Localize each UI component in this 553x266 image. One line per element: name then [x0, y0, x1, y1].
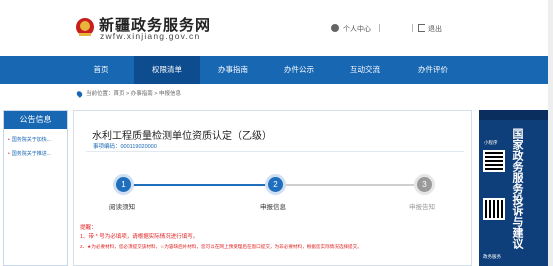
- step-connector-done: [114, 184, 274, 186]
- national-emblem-icon: [76, 18, 94, 36]
- item-title: 水利工程质量检测单位资质认定（乙级）: [92, 131, 272, 142]
- divider: [86, 151, 464, 152]
- site-header: 新疆政务服务网 zwfw.xinjiang.gov.cn 个人中心 退出: [0, 0, 553, 56]
- step-1-circle: 1: [116, 177, 131, 192]
- step-2-label: 申报信息: [260, 204, 286, 211]
- breadcrumb: 当前位置：首页 > 办事指南 > 申报信息: [75, 89, 181, 98]
- divider: [412, 24, 413, 32]
- announcement-item[interactable]: 国务院关于加快...: [8, 136, 67, 143]
- step-2-circle: 2: [268, 177, 283, 192]
- logout-link[interactable]: 退出: [428, 24, 442, 34]
- step-3-circle: 3: [417, 177, 432, 192]
- site-url: zwfw.xinjiang.gov.cn: [100, 31, 201, 41]
- user-center-link[interactable]: 个人中心: [343, 24, 371, 34]
- location-pin-icon: [75, 89, 84, 98]
- nav-item-power-list[interactable]: 权限清单: [134, 56, 200, 84]
- announcement-item[interactable]: 国务院关于推进...: [8, 150, 67, 157]
- divider: [379, 24, 380, 32]
- nav-item-interaction[interactable]: 互动交流: [332, 56, 398, 84]
- application-card: 水利工程质量检测单位资质认定（乙级） 事项编码：000119020000 1 2…: [73, 110, 472, 266]
- main-nav: 首页 权限清单 办事指南 办件公示 互动交流 办件评价: [0, 56, 553, 84]
- notice-line: 2、★为必要材料，您必须提交该材料，☆为容缺后补材料，您可以在网上预受理后在窗口…: [80, 244, 362, 249]
- ad-tag: 小程序: [484, 140, 498, 145]
- ad-footer: 政务服务: [483, 254, 501, 259]
- step-1-label: 阅读须知: [109, 204, 135, 211]
- announcement-panel: 公告信息 国务院关于加快... 国务院关于推进...: [3, 110, 68, 266]
- step-connector-pending: [284, 184, 434, 186]
- nav-item-guide[interactable]: 办事指南: [200, 56, 266, 84]
- breadcrumb-text[interactable]: 当前位置：首页 > 办事指南 > 申报信息: [86, 91, 181, 97]
- complaint-ad-banner[interactable]: 小程序 国家政务服务投诉与建议 政务服务: [479, 110, 551, 266]
- item-code: 事项编码：000119020000: [93, 144, 157, 150]
- nav-item-evaluation[interactable]: 办件评价: [400, 56, 466, 84]
- step-3-label: 申报告知: [409, 204, 435, 211]
- nav-item-home[interactable]: 首页: [68, 56, 134, 84]
- scrollbar[interactable]: [548, 0, 553, 266]
- user-icon: [331, 24, 339, 32]
- notice-line: 1、带 * 号为必填项，请根据实际情况进行填写。: [80, 234, 199, 240]
- announcement-title: 公告信息: [4, 111, 67, 129]
- ad-heading: 国家政务服务投诉与建议: [511, 128, 523, 249]
- nav-item-publicity[interactable]: 办件公示: [266, 56, 332, 84]
- notice-block: 提醒： 1、带 * 号为必填项，请根据实际情况进行填写。 2、★为必要材料，您必…: [80, 224, 362, 251]
- ad-top-bar: [479, 110, 551, 120]
- qr-code-icon: [483, 150, 505, 172]
- logout-icon[interactable]: [418, 24, 425, 32]
- qr-code-icon: [483, 198, 505, 220]
- notice-heading: 提醒：: [80, 225, 97, 231]
